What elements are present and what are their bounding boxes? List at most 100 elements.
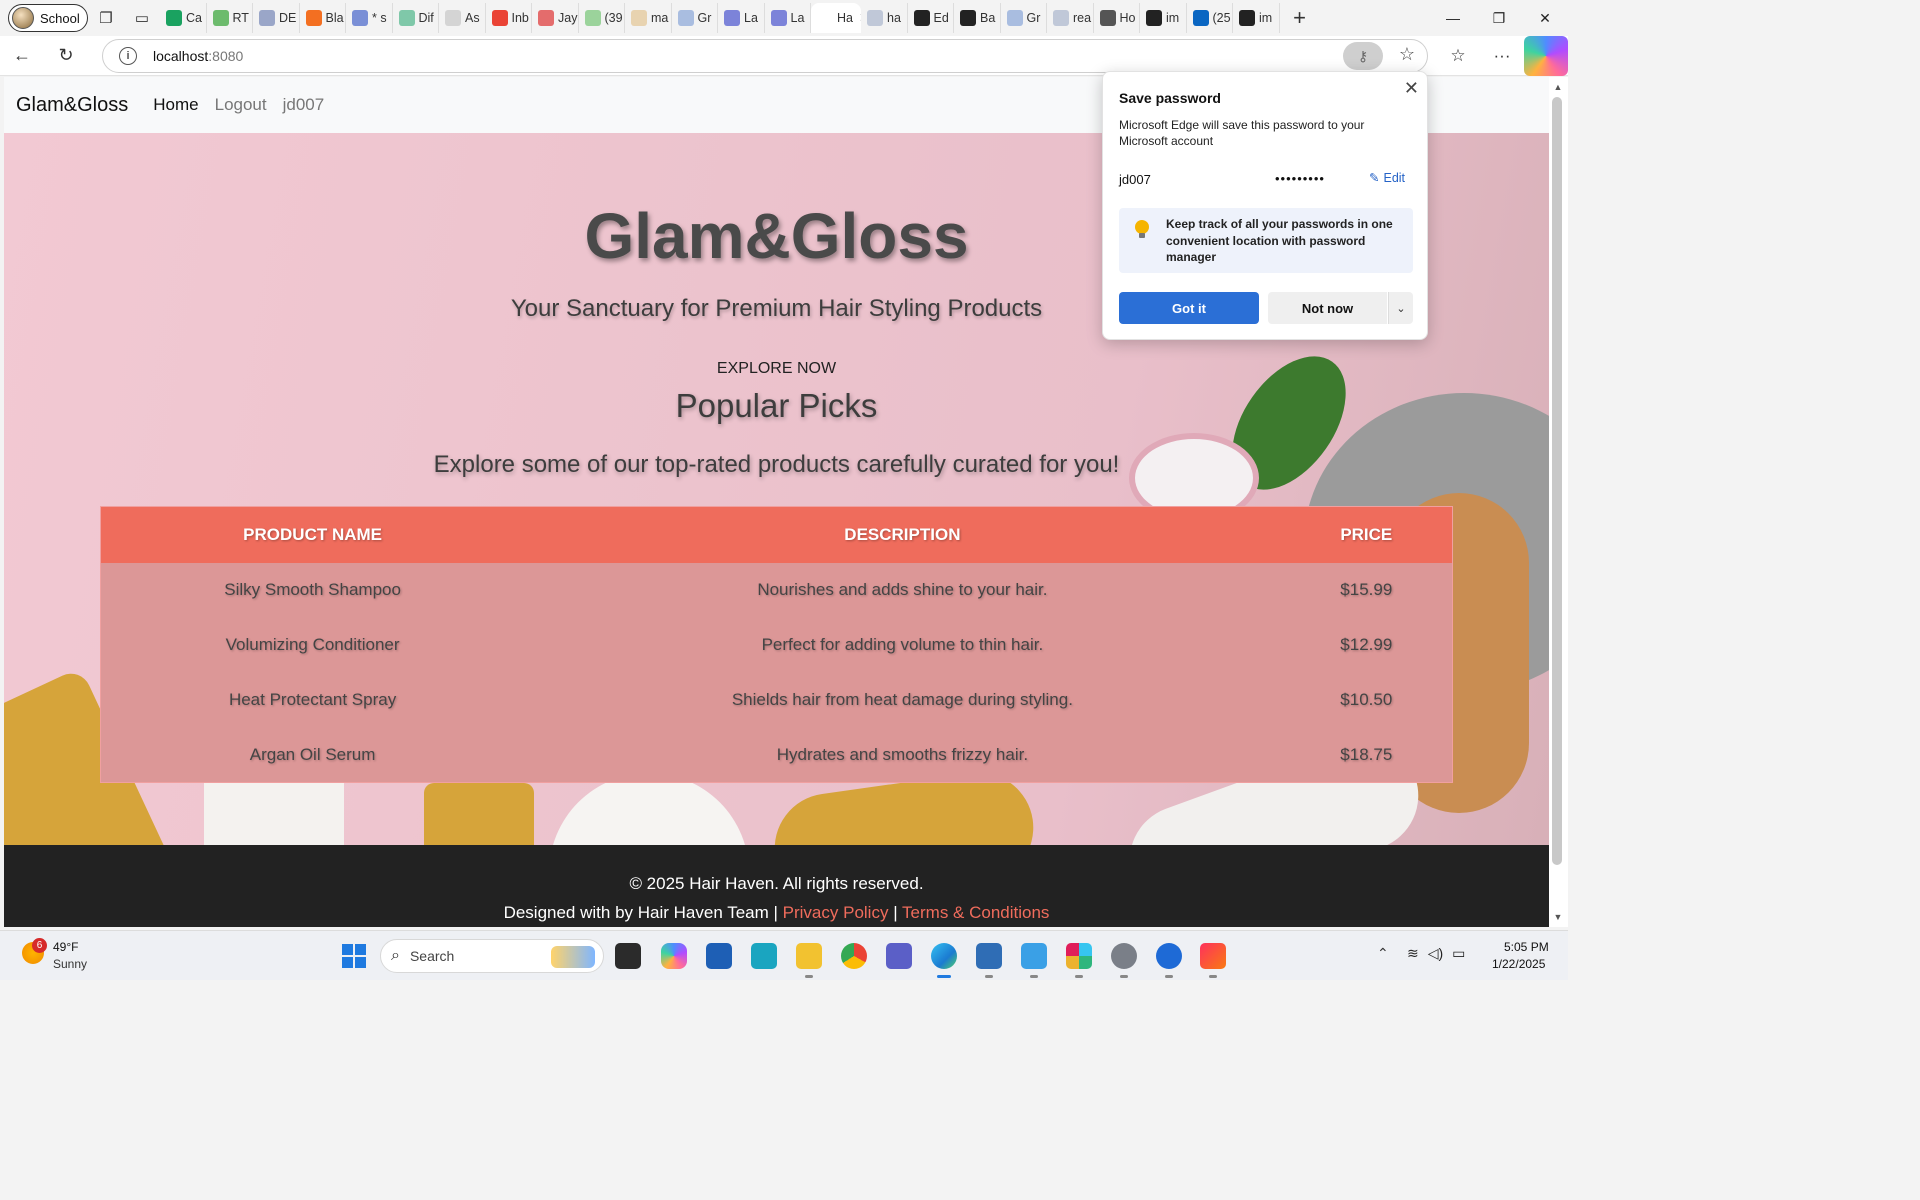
search-highlight-icon [551,946,595,968]
favorites-icon[interactable]: ☆ [1436,36,1480,76]
slack-icon[interactable] [1066,943,1092,978]
clock-date[interactable]: 1/22/2025 [1492,957,1545,971]
product-table: PRODUCT NAME DESCRIPTION PRICE Silky Smo… [100,506,1453,783]
table-row: Volumizing Conditioner Perfect for addin… [100,617,1453,673]
profile-name: School [40,10,80,26]
browser-tab[interactable]: Dif [393,3,439,33]
footer-designed-by: Designed with by Hair Haven Team [503,903,769,922]
url-field[interactable]: i localhost:8080 ⚷ ☆ [102,39,1428,73]
product-price-cell: $18.75 [1280,727,1453,783]
explore-now-link[interactable]: EXPLORE NOW [4,360,1549,378]
workspaces-icon[interactable]: ❐ [88,0,124,36]
scrollbar-thumb[interactable] [1552,97,1562,865]
store-icon[interactable] [706,943,732,969]
browser-tab[interactable]: RT [207,3,253,33]
browser-tab[interactable]: Inb [486,3,532,33]
browser-tab[interactable]: rea [1047,3,1094,33]
teams-icon[interactable] [886,943,912,969]
browser-tab[interactable]: (39 [579,3,625,33]
tab-favicon-icon [1053,10,1069,26]
browser-tab[interactable]: ha [861,3,908,33]
wifi-icon[interactable]: ≋ [1407,945,1419,962]
browser-tab[interactable]: La [765,3,811,33]
not-now-button[interactable]: Not now [1268,292,1387,324]
clock-time[interactable]: 5:05 PM [1504,940,1549,954]
restore-icon[interactable]: ❐ [1476,0,1522,36]
weather-temperature[interactable]: 49°F [53,940,78,954]
vscode-icon[interactable] [976,943,1002,978]
browser-tab[interactable]: Jay [532,3,579,33]
edge-icon[interactable] [931,943,957,978]
copilot-icon[interactable] [1524,36,1568,76]
copilot-app-icon[interactable] [661,943,687,969]
edit-button[interactable]: ✎ Edit [1369,170,1406,186]
product-description-cell: Perfect for adding volume to thin hair. [524,617,1281,673]
more-menu-icon[interactable]: ··· [1480,36,1524,76]
navbar-brand[interactable]: Glam&Gloss [16,94,128,117]
browser-tab[interactable]: As [439,3,486,33]
nav-link-user[interactable]: jd007 [283,95,325,115]
app-cyan-icon[interactable] [751,943,777,969]
browser-tab[interactable]: Bla [300,3,346,33]
close-icon[interactable]: ✕ [1404,78,1419,99]
page-scrollbar[interactable]: ▲ ▼ [1549,77,1568,927]
nav-link-home[interactable]: Home [153,95,198,115]
browser-tab-active[interactable]: Ha✕ [811,3,861,33]
footer-separator: | [773,903,778,922]
table-header-row: PRODUCT NAME DESCRIPTION PRICE [100,506,1453,563]
weather-condition[interactable]: Sunny [53,957,87,971]
notepad-icon[interactable] [1021,943,1047,978]
tab-favicon-icon [212,10,229,26]
system-tray[interactable]: ≋ ◁) ▭ [1407,945,1465,962]
tab-favicon-icon [491,10,508,26]
chevron-down-icon[interactable]: ⌄ [1388,292,1413,324]
browser-tab[interactable]: Ba [954,3,1001,33]
terms-link[interactable]: Terms & Conditions [902,903,1049,922]
url-host: localhost [153,48,209,64]
start-button[interactable] [342,944,366,968]
tab-actions-icon[interactable]: ▭ [124,0,160,36]
browser-tab[interactable]: Ho [1094,3,1140,33]
settings-gear-icon[interactable] [1111,943,1137,978]
password-key-icon[interactable]: ⚷ [1343,42,1383,70]
weather-badge: 6 [32,938,47,953]
privacy-policy-link[interactable]: Privacy Policy [783,903,889,922]
volume-icon[interactable]: ◁) [1428,945,1443,962]
intellij-icon[interactable] [1200,943,1226,978]
browser-tab[interactable]: (25 [1187,3,1233,33]
taskbar-search[interactable]: ⌕ Search [380,939,604,973]
chrome-icon[interactable] [841,943,867,969]
scroll-down-icon[interactable]: ▼ [1551,911,1565,923]
site-info-icon[interactable]: i [119,47,137,65]
battery-icon[interactable]: ▭ [1452,945,1465,962]
maps-icon[interactable] [1156,943,1182,978]
tray-overflow-chevron-icon[interactable]: ⌃ [1377,945,1389,962]
browser-tab[interactable]: ma [625,3,672,33]
task-view-icon[interactable] [615,943,641,969]
got-it-button[interactable]: Got it [1119,292,1259,324]
browser-tab[interactable]: * s [346,3,393,33]
browser-tab[interactable]: im [1233,3,1280,33]
scroll-up-icon[interactable]: ▲ [1551,81,1565,93]
browser-tab[interactable]: La [718,3,765,33]
browser-tab[interactable]: Ca [160,3,207,33]
profile-button[interactable]: School [8,4,88,32]
refresh-icon[interactable]: ↻ [44,36,88,76]
close-window-icon[interactable]: ✕ [1522,0,1568,36]
edit-label: Edit [1383,170,1406,185]
tab-favicon-icon [305,10,322,26]
back-icon[interactable]: ← [0,36,44,76]
browser-tab[interactable]: DE [253,3,300,33]
nav-link-logout[interactable]: Logout [215,95,267,115]
browser-tab[interactable]: Gr [1001,3,1047,33]
tab-label: Ho [1119,11,1136,25]
browser-tab[interactable]: Gr [672,3,718,33]
tab-label: RT [232,11,249,25]
browser-tab[interactable]: Ed [908,3,954,33]
browser-tab[interactable]: im [1140,3,1187,33]
tab-label: Gr [1026,11,1041,25]
favorite-star-icon[interactable]: ☆ [1399,44,1415,65]
new-tab-button[interactable]: + [1280,0,1320,36]
minimize-icon[interactable]: — [1430,0,1476,36]
file-explorer-icon[interactable] [796,943,822,978]
